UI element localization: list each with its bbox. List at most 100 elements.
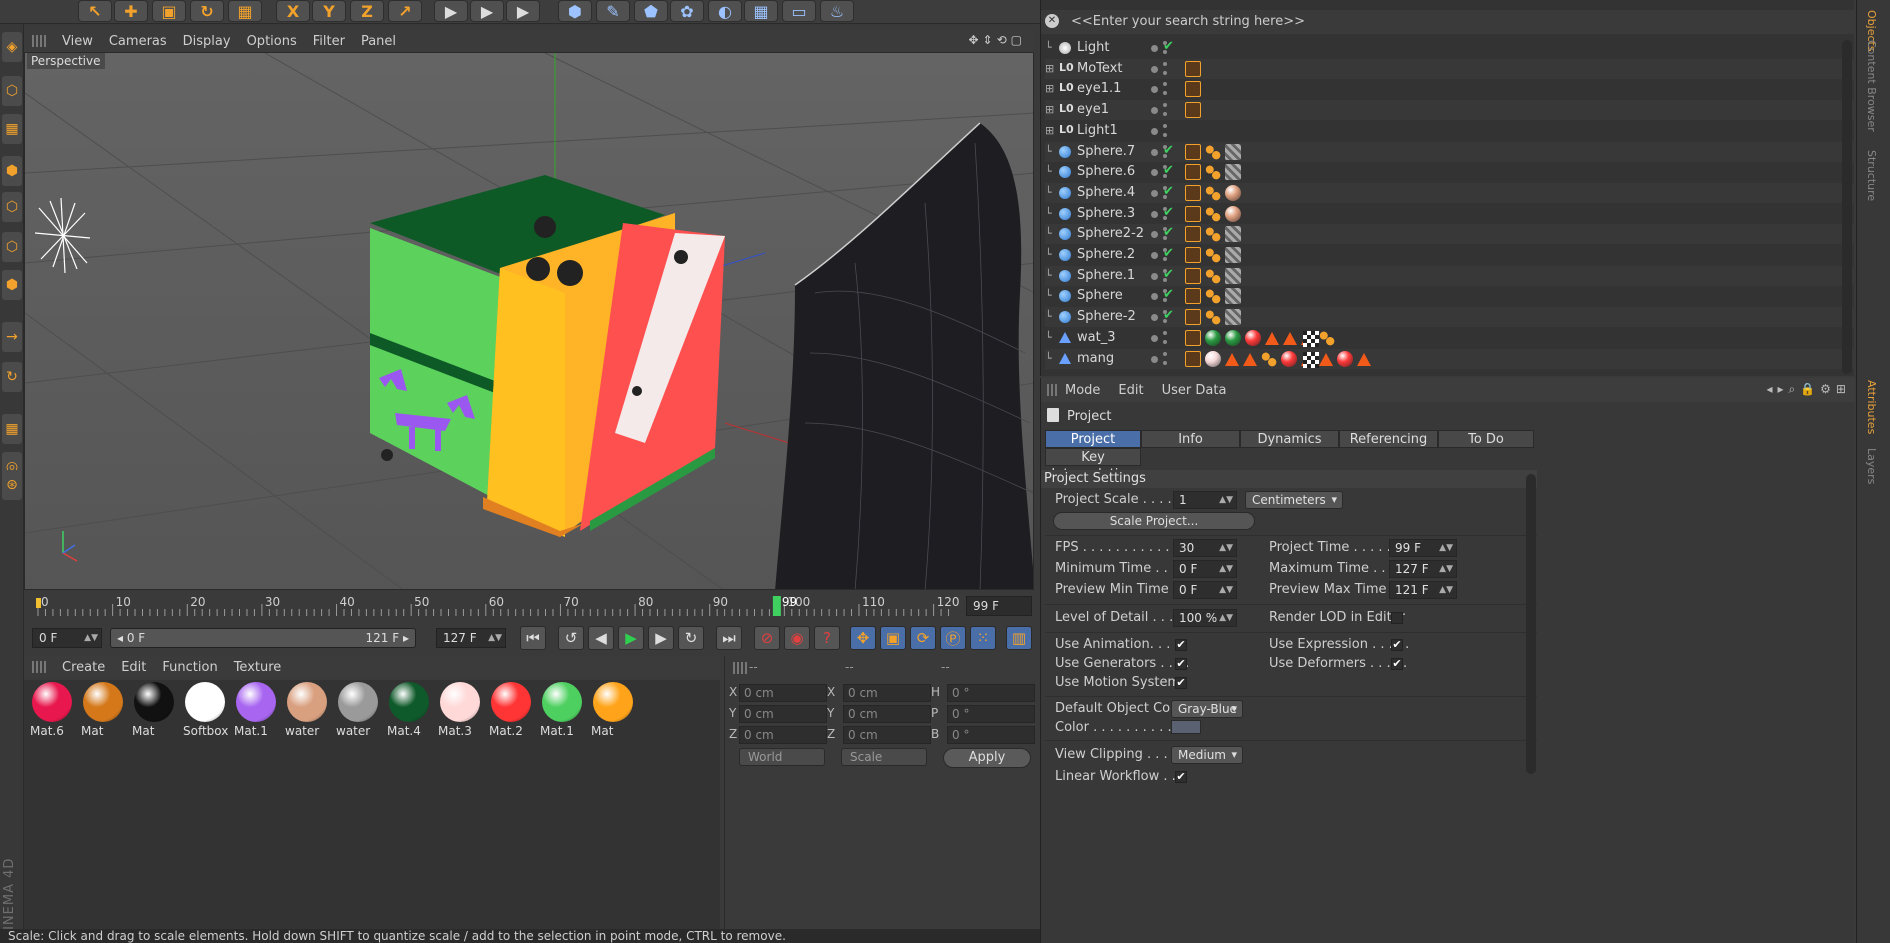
object-name[interactable]: Sphere.1 <box>1077 268 1135 283</box>
use-deformers-checkbox[interactable]: ✔ <box>1391 658 1403 670</box>
material-swatch[interactable]: water <box>334 680 382 740</box>
object-name[interactable]: Sphere.4 <box>1077 185 1135 200</box>
phong-tag-icon[interactable] <box>1185 205 1201 222</box>
fps-field[interactable]: 30 ▲▼ <box>1173 539 1237 557</box>
start-marker[interactable] <box>36 598 41 608</box>
viewport-menu-display[interactable]: Display <box>183 34 231 49</box>
coord-value-field[interactable]: 0 cm <box>739 726 827 744</box>
scale-icon[interactable]: ▣ <box>152 0 186 22</box>
recent-tools-icon[interactable]: ▦ <box>228 0 262 22</box>
render-settings-icon[interactable]: ▶ <box>506 0 540 22</box>
start-frame-field[interactable]: 0 F ▲▼ <box>32 628 102 648</box>
tree-connector-icon[interactable]: ⊞ <box>1045 82 1057 95</box>
current-frame-field[interactable]: 99 F <box>966 596 1032 616</box>
key-pla-icon[interactable]: ⁙ <box>970 626 996 650</box>
tri-tag-icon[interactable] <box>1283 331 1297 345</box>
dock-tab-content-browser[interactable]: Content Browser <box>1865 40 1878 132</box>
tri-tag-icon[interactable] <box>1319 352 1333 366</box>
tree-connector-icon[interactable]: └ <box>1045 145 1057 158</box>
go-to-start-icon[interactable]: ⏮ <box>520 626 546 650</box>
tri-tag-icon[interactable] <box>1265 331 1279 345</box>
live-selection-icon[interactable]: ↖ <box>78 0 112 22</box>
drag-grip-icon[interactable] <box>32 661 46 673</box>
playhead-marker[interactable] <box>772 596 781 616</box>
object-list-scrollbar[interactable] <box>1842 40 1852 374</box>
object-search-bar[interactable]: ✕ <<Enter your search string here>> <box>1041 10 1855 34</box>
tri-tag-icon[interactable] <box>1243 352 1257 366</box>
points-mode-icon[interactable]: ⬡ <box>2 192 22 222</box>
project-scale-unit-select[interactable]: Centimeters <box>1245 491 1343 509</box>
tree-connector-icon[interactable]: └ <box>1045 248 1057 261</box>
enabled-check-icon[interactable]: ✔ <box>1163 163 1174 178</box>
rotate-icon[interactable]: ↻ <box>190 0 224 22</box>
drag-grip-icon[interactable] <box>32 35 46 47</box>
phong-tag-icon[interactable] <box>1185 247 1201 263</box>
enabled-check-icon[interactable]: ✔ <box>1163 184 1174 199</box>
level-of-detail-field[interactable]: 100 % ▲▼ <box>1173 609 1237 627</box>
object-row[interactable]: └ Sphere-2 ✔ <box>1045 307 1855 328</box>
material-swatch[interactable]: Softbox <box>181 680 229 740</box>
phong-tag-icon[interactable] <box>1185 226 1201 243</box>
viewport-menu-panel[interactable]: Panel <box>361 34 396 49</box>
clear-search-icon[interactable]: ✕ <box>1045 14 1059 28</box>
dots2-tag-icon[interactable] <box>1205 184 1221 201</box>
material-menu-create[interactable]: Create <box>62 660 105 675</box>
phong-tag-icon[interactable] <box>1185 350 1201 367</box>
phong-tag-icon[interactable] <box>1185 267 1201 284</box>
dots2-tag-icon[interactable] <box>1205 226 1221 243</box>
tab-key-interpolation[interactable]: Key Interpolation <box>1045 448 1141 482</box>
pen-icon[interactable]: ✎ <box>596 0 630 22</box>
tree-connector-icon[interactable]: └ <box>1045 207 1057 220</box>
material-menu-function[interactable]: Function <box>162 660 217 675</box>
previous-key-icon[interactable]: ↺ <box>558 626 584 650</box>
light-icon[interactable]: ♨ <box>820 0 854 22</box>
dots2-tag-icon[interactable] <box>1205 164 1221 181</box>
object-row[interactable]: └ Sphere.2 ✔ <box>1045 245 1855 265</box>
dots2-tag-icon[interactable] <box>1261 350 1277 367</box>
3d-viewport[interactable]: Perspective <box>24 52 1034 590</box>
auto-keying-icon[interactable]: ◉ <box>784 626 810 650</box>
object-name[interactable]: Sphere.3 <box>1077 206 1135 221</box>
drag-grip-icon[interactable] <box>1047 384 1059 396</box>
object-row[interactable]: └ Sphere ✔ <box>1045 286 1855 306</box>
object-name[interactable]: Sphere.7 <box>1077 144 1135 159</box>
cube-icon[interactable]: ⬢ <box>558 0 592 22</box>
attribute-toolbar-icons[interactable]: ◂▸⌕🔒⚙⊞ <box>1766 382 1851 397</box>
object-row[interactable]: └ mang <box>1045 348 1855 369</box>
preview-max-time-field[interactable]: 121 F ▲▼ <box>1389 581 1457 599</box>
coord-value-field[interactable]: 0 cm <box>843 726 931 744</box>
viewport-menu-cameras[interactable]: Cameras <box>109 34 167 49</box>
use-generators-checkbox[interactable]: ✔ <box>1175 658 1187 670</box>
timeline-ruler[interactable]: 0 10 20 30 40 50 60 70 80 90 100 110 120 99 99 F <box>24 594 1034 618</box>
tree-connector-icon[interactable]: └ <box>1045 289 1057 302</box>
locked-workplane-icon[interactable]: ⊛ <box>2 470 22 500</box>
enabled-check-icon[interactable]: ✔ <box>1163 205 1174 220</box>
object-name[interactable]: Light1 <box>1077 123 1118 138</box>
visibility-dots[interactable] <box>1151 121 1181 141</box>
coordinate-system-icon[interactable]: ↗ <box>388 0 422 22</box>
end-frame-field[interactable]: 127 F ▲▼ <box>436 628 506 648</box>
object-row[interactable]: └ Sphere.1 ✔ <box>1045 265 1855 286</box>
object-name[interactable]: Sphere <box>1077 288 1123 303</box>
color-swatch[interactable] <box>1171 720 1201 734</box>
workplane-icon[interactable]: ⬢ <box>2 156 22 186</box>
tri-tag-icon[interactable] <box>1357 352 1371 366</box>
dots2-tag-icon[interactable] <box>1205 143 1221 160</box>
object-name[interactable]: Sphere2-2 <box>1077 226 1144 241</box>
model-mode-icon[interactable]: ⬡ <box>2 76 22 106</box>
move-icon[interactable]: ✚ <box>114 0 148 22</box>
tab-referencing[interactable]: Referencing <box>1339 430 1438 448</box>
tex-tag-icon[interactable] <box>1225 164 1241 181</box>
enabled-check-icon[interactable]: ✔ <box>1163 287 1174 302</box>
camera-icon[interactable]: ▭ <box>782 0 816 22</box>
tex-tag-icon[interactable] <box>1225 143 1241 160</box>
render-lod-checkbox[interactable] <box>1391 612 1403 624</box>
tree-connector-icon[interactable]: └ <box>1045 41 1057 54</box>
material-swatch[interactable]: Mat <box>589 680 637 740</box>
object-row[interactable]: └ wat_3 <box>1045 328 1855 348</box>
material-menu-texture[interactable]: Texture <box>234 660 282 675</box>
render-view-icon[interactable]: ▶ <box>434 0 468 22</box>
enabled-check-icon[interactable]: ✔ <box>1163 143 1174 158</box>
z-axis-icon[interactable]: Z <box>350 0 384 22</box>
tree-connector-icon[interactable]: └ <box>1045 269 1057 282</box>
